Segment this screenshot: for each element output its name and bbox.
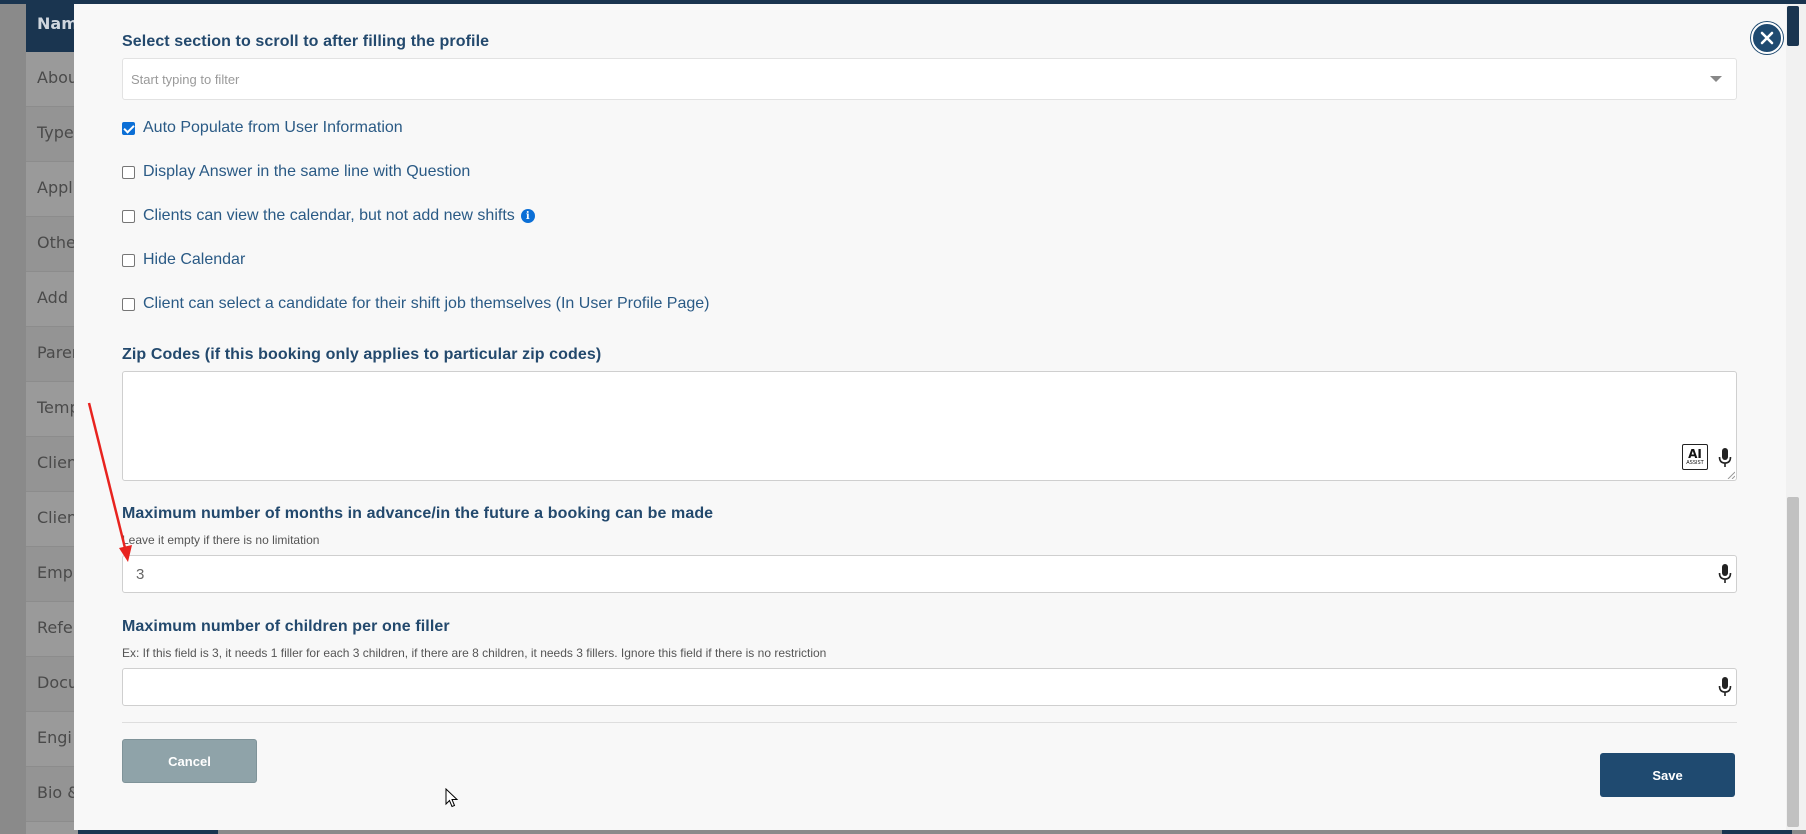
- checkbox-clients-view-calendar-label: Clients can view the calendar, but not a…: [143, 207, 515, 224]
- checkbox-display-same-line[interactable]: Display Answer in the same line with Que…: [122, 163, 470, 181]
- ai-assist-text: AI: [1688, 446, 1702, 461]
- checkbox-hide-calendar[interactable]: Hide Calendar: [122, 251, 245, 269]
- checkbox-clients-view-calendar[interactable]: Clients can view the calendar, but not a…: [122, 207, 535, 225]
- background-row-text: Type: [37, 123, 74, 142]
- background-row-text: Clien: [37, 508, 78, 527]
- resize-handle-icon[interactable]: [1727, 471, 1735, 479]
- checkbox-hide-calendar-box[interactable]: [122, 253, 135, 267]
- max-children-hint: Ex: If this field is 3, it needs 1 fille…: [122, 646, 827, 660]
- max-months-input[interactable]: 3: [122, 555, 1737, 593]
- info-icon[interactable]: i: [520, 209, 535, 223]
- zip-codes-label: Zip Codes (if this booking only applies …: [122, 346, 602, 363]
- chevron-down-icon: [1710, 76, 1722, 82]
- checkbox-auto-populate-label: Auto Populate from User Information: [143, 119, 403, 136]
- checkbox-client-select-candidate-box[interactable]: [122, 297, 135, 311]
- ai-assist-icon[interactable]: AI ASSIST: [1682, 444, 1708, 470]
- close-modal-button[interactable]: [1751, 22, 1783, 54]
- ai-assist-subtext: ASSIST: [1686, 459, 1704, 466]
- background-row-text: Refer: [37, 618, 80, 637]
- microphone-icon[interactable]: [1718, 448, 1732, 468]
- checkbox-auto-populate-box[interactable]: [122, 121, 135, 135]
- modal-scrollbar-thumb[interactable]: [1787, 497, 1799, 827]
- scroll-section-label: Select section to scroll to after fillin…: [122, 33, 490, 50]
- microphone-icon[interactable]: [1718, 677, 1732, 697]
- footer-divider: [122, 722, 1737, 723]
- page-scrollbar-thumb[interactable]: [1787, 6, 1799, 46]
- zip-codes-textarea[interactable]: [122, 371, 1737, 481]
- cancel-button[interactable]: Cancel: [122, 739, 257, 783]
- microphone-icon[interactable]: [1718, 564, 1732, 584]
- background-row-text: Abou: [37, 68, 79, 87]
- background-row-text: Empl: [37, 563, 78, 582]
- background-row-text: Othe: [37, 233, 76, 252]
- checkbox-client-select-candidate[interactable]: Client can select a candidate for their …: [122, 295, 710, 313]
- max-months-value: 3: [136, 566, 145, 583]
- max-months-hint: Leave it empty if there is no limitation: [122, 533, 320, 547]
- checkbox-display-same-line-label: Display Answer in the same line with Que…: [143, 163, 471, 180]
- max-children-label: Maximum number of children per one fille…: [122, 618, 450, 635]
- background-row-text: Appli: [37, 178, 78, 197]
- save-button[interactable]: Save: [1600, 753, 1735, 797]
- checkbox-client-select-candidate-label: Client can select a candidate for their …: [143, 295, 710, 312]
- checkbox-clients-view-calendar-box[interactable]: [122, 209, 135, 223]
- close-icon: [1760, 31, 1774, 45]
- checkbox-display-same-line-box[interactable]: [122, 165, 135, 179]
- checkbox-hide-calendar-label: Hide Calendar: [143, 251, 246, 268]
- max-months-label: Maximum number of months in advance/in t…: [122, 505, 714, 522]
- scroll-section-placeholder: Start typing to filter: [131, 72, 240, 87]
- checkbox-auto-populate[interactable]: Auto Populate from User Information: [122, 119, 403, 137]
- background-row-text: Clien: [37, 453, 78, 472]
- max-children-input[interactable]: [122, 668, 1737, 706]
- background-row-text: Docu: [37, 673, 79, 692]
- mouse-cursor-icon: [445, 788, 459, 808]
- scroll-section-select[interactable]: Start typing to filter: [122, 58, 1737, 100]
- background-row-text: Engi: [37, 728, 72, 747]
- background-header-text: Nam: [37, 14, 78, 33]
